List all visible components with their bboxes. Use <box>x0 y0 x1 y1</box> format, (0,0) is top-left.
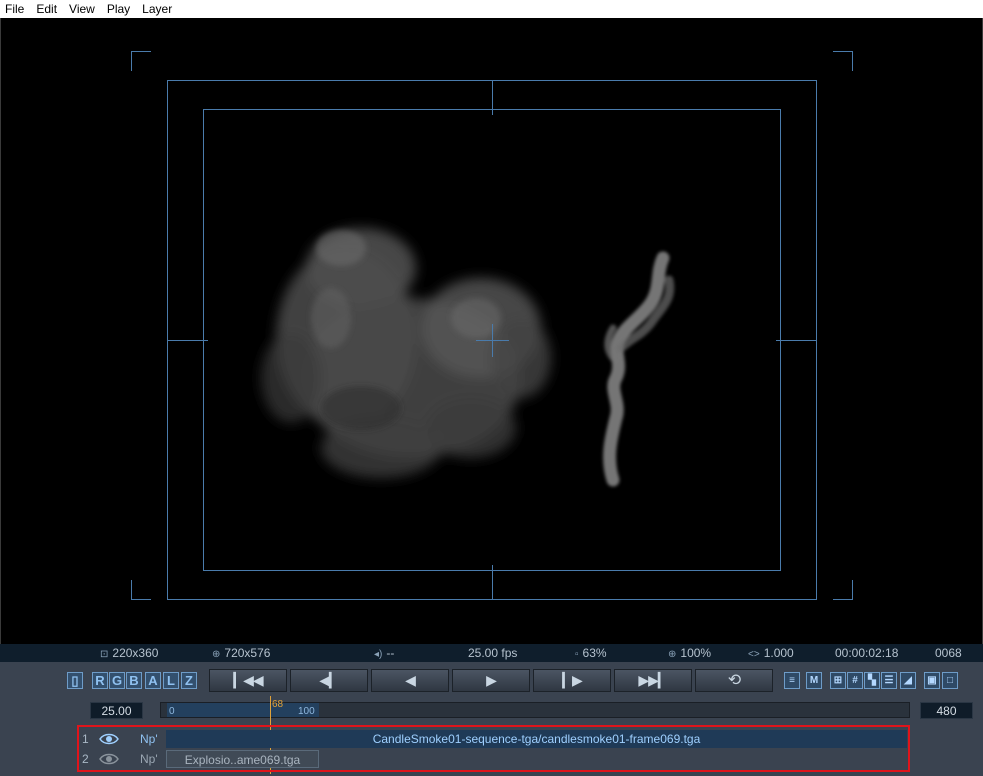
menu-edit[interactable]: Edit <box>30 0 63 18</box>
fullscreen-button[interactable]: □ <box>942 672 958 689</box>
fps-readout: 25.00 fps <box>468 646 518 660</box>
fullscreen-icon: □ <box>946 675 954 686</box>
info-icon: ☰ <box>884 675 894 686</box>
explosion-smoke-image <box>261 228 551 478</box>
timeline-start-tick: 0 <box>169 706 175 717</box>
last-frame-button[interactable]: ▶▶▎ <box>614 669 692 692</box>
compare-button[interactable]: ▣ <box>924 672 940 689</box>
fps-field[interactable]: 25.00 <box>90 702 143 719</box>
timeline-end-tick: 100 <box>298 706 315 717</box>
zoom-level: ⊕ 100% <box>668 646 712 660</box>
channel-r-button[interactable]: R <box>92 672 108 689</box>
source-resolution: ⊡ 220x360 <box>100 646 159 660</box>
play-button[interactable]: ▶ <box>452 669 530 692</box>
image-viewer[interactable] <box>0 18 983 644</box>
safe-frame-icon: ⊞ <box>833 675 843 686</box>
zoom-icon: ⊕ <box>668 649 677 660</box>
safe-frame-guides <box>131 51 853 600</box>
memory-usage: ▫ 63% <box>575 646 607 660</box>
step-back-button[interactable]: ◀▎ <box>290 669 368 692</box>
menu-file[interactable]: File <box>0 0 30 18</box>
channel-g-button[interactable]: G <box>109 672 125 689</box>
checker-button[interactable]: ▚ <box>864 672 880 689</box>
menu-play[interactable]: Play <box>101 0 136 18</box>
crosshair-icon: ⊕ <box>212 649 221 660</box>
pixel-aspect: <> 1.000 <box>748 646 794 660</box>
compare-icon: ▣ <box>927 675 937 686</box>
lut-icon: ◢ <box>904 675 912 686</box>
loop-button[interactable]: ⟲ <box>695 669 773 692</box>
step-back-icon: ◀▎ <box>319 672 340 688</box>
end-frame-field[interactable]: 480 <box>920 702 973 719</box>
channel-a-button[interactable]: A <box>145 672 161 689</box>
play-reverse-icon: ◀ <box>405 672 416 688</box>
list-icon: ≡ <box>789 675 795 686</box>
menu-view[interactable]: View <box>63 0 101 18</box>
layers-highlight-box <box>77 725 910 772</box>
list-button[interactable]: ≡ <box>784 672 800 689</box>
loop-icon: ⟲ <box>727 672 741 689</box>
viewer-canvas <box>131 51 853 600</box>
channel-b-button[interactable]: B <box>126 672 142 689</box>
first-frame-button[interactable]: ▎◀◀ <box>209 669 287 692</box>
lut-button[interactable]: ◢ <box>900 672 916 689</box>
first-frame-icon: ▎◀◀ <box>233 672 263 688</box>
grid-icon: # <box>852 675 858 686</box>
info-button[interactable]: ☰ <box>881 672 897 689</box>
split-view-button[interactable]: ▯ <box>67 672 83 689</box>
safe-frame-button[interactable]: ⊞ <box>830 672 846 689</box>
playhead-label: 68 <box>272 699 284 710</box>
memory-icon: ▫ <box>575 649 579 660</box>
m-button[interactable]: M <box>806 672 822 689</box>
m-icon: M <box>809 675 819 686</box>
last-frame-icon: ▶▶▎ <box>638 672 668 688</box>
status-bar: ⊡ 220x360 ⊕ 720x576 ◂) -- 25.00 fps ▫ 63% ⊕ 1… <box>0 644 983 662</box>
speaker-icon: ◂) <box>374 649 383 660</box>
menu-bar: File Edit View Play Layer <box>0 0 983 18</box>
aspect-icon: <> <box>748 649 760 660</box>
menu-layer[interactable]: Layer <box>136 0 178 18</box>
resolution-icon: ⊡ <box>100 649 109 660</box>
output-resolution: ⊕ 720x576 <box>212 646 271 660</box>
play-reverse-button[interactable]: ◀ <box>371 669 449 692</box>
grid-button[interactable]: # <box>847 672 863 689</box>
step-forward-button[interactable]: ▎▶ <box>533 669 611 692</box>
play-icon: ▶ <box>486 672 497 688</box>
candle-smoke-image <box>603 251 675 487</box>
checker-icon: ▚ <box>868 675 876 686</box>
timecode: 00:00:02:18 <box>835 646 899 660</box>
timeline-range <box>167 703 319 717</box>
channel-z-button[interactable]: Z <box>181 672 197 689</box>
step-forward-icon: ▎▶ <box>562 672 583 688</box>
frame-number: 0068 <box>935 646 962 660</box>
channel-l-button[interactable]: L <box>163 672 179 689</box>
audio-status: ◂) -- <box>374 646 395 660</box>
